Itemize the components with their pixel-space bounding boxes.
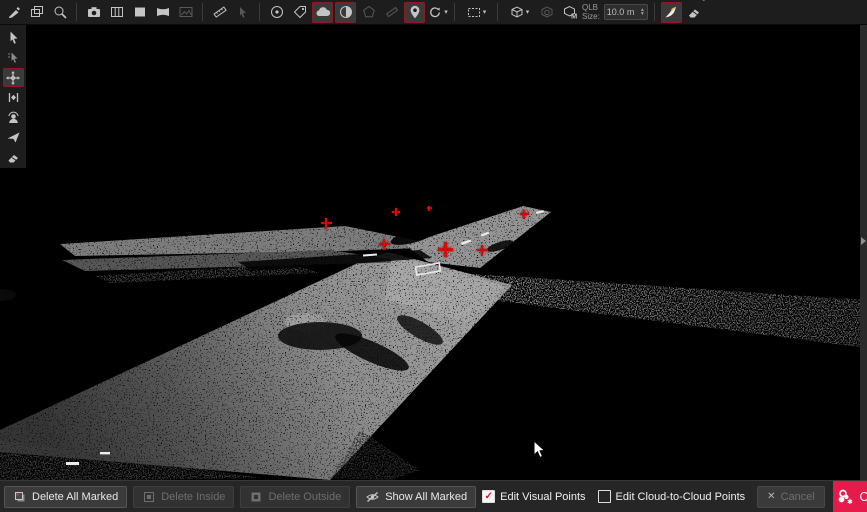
close-icon: ✕ [767, 491, 775, 502]
bottom-action-bar: Delete All Marked Delete Inside Delete O… [0, 480, 867, 512]
select-cursor-icon[interactable] [3, 28, 24, 47]
solid-square-icon[interactable] [129, 2, 150, 23]
left-tool-sidebar [0, 25, 26, 168]
checkbox-icon[interactable]: ✓ [598, 490, 611, 503]
point-cloud-icon[interactable] [312, 2, 333, 23]
toolbar-separator [202, 3, 203, 21]
edit-visual-points-checkbox[interactable]: ✓ Edit Visual Points [482, 490, 585, 503]
overlap-windows-icon[interactable] [26, 2, 47, 23]
svg-text:✱: ✱ [847, 498, 853, 505]
toolbar-separator [259, 3, 260, 21]
pan-move-icon[interactable] [3, 68, 24, 87]
right-panel-strip [860, 25, 867, 480]
show-marked-eye-icon [365, 490, 380, 504]
qlb-size-value: 10.0 m [607, 7, 640, 17]
clip-box-m-icon[interactable]: M [559, 2, 580, 23]
delete-outside-icon [249, 490, 263, 504]
svg-text:M: M [571, 12, 577, 21]
toolbar-separator [76, 3, 77, 21]
cancel-button[interactable]: ✕ Cancel [757, 486, 825, 508]
gcp-pin-icon[interactable] [404, 2, 425, 23]
delete-outside-button[interactable]: Delete Outside [240, 486, 350, 508]
checkbox-label: Edit Cloud-to-Cloud Points [616, 491, 746, 503]
delete-all-marked-button[interactable]: Delete All Marked [4, 486, 127, 508]
checkbox-label: Edit Visual Points [500, 491, 585, 503]
selection-rect-icon[interactable]: ▾ [461, 2, 491, 23]
clip-box-axes-icon[interactable]: ▾ [504, 2, 534, 23]
bundle-optimize-icon: ✱ [836, 488, 853, 505]
dropdown-caret-icon: ▾ [526, 9, 530, 16]
button-label: Optimize Bundle [859, 490, 867, 504]
center-view-icon[interactable] [3, 88, 24, 107]
multi-select-cursor-icon[interactable] [3, 48, 24, 67]
ruler-icon[interactable] [381, 2, 402, 23]
dropdown-caret-icon: ▾ [444, 9, 448, 16]
checkbox-icon[interactable]: ✓ [482, 490, 495, 503]
eraser-icon[interactable]: ˇ [684, 2, 705, 23]
toolbar-separator [454, 3, 455, 21]
delete-inside-icon [142, 490, 156, 504]
top-toolbar: ▾ ▾ ▾ M QLB Size: 10.0 m ▲▼ [0, 0, 867, 25]
dropdown-caret-icon: ˇ [703, 1, 705, 7]
project-edit-icon[interactable] [3, 2, 24, 23]
button-label: Delete Inside [161, 491, 225, 503]
show-all-marked-button[interactable]: Show All Marked [356, 486, 476, 508]
button-label: Delete Outside [268, 491, 341, 503]
delete-marked-icon [13, 490, 27, 504]
dropdown-caret-icon: ▾ [483, 9, 487, 16]
brush-trowel-icon[interactable] [661, 2, 682, 23]
measure-ruler-icon[interactable] [209, 2, 230, 23]
qlb-size-group: QLB Size: 10.0 m ▲▼ [582, 3, 648, 21]
sphere-contrast-icon[interactable] [335, 2, 356, 23]
bottom-right-group: ✓ Edit Visual Points ✓ Edit Cloud-to-Clo… [482, 481, 867, 512]
image-icon[interactable] [175, 2, 196, 23]
point-cloud-viewport[interactable] [0, 0, 867, 512]
button-label: Show All Marked [385, 491, 467, 503]
edit-cloud-to-cloud-points-checkbox[interactable]: ✓ Edit Cloud-to-Cloud Points [598, 490, 746, 503]
panel-expand-arrow-icon[interactable] [860, 233, 867, 249]
spinner-arrows-icon[interactable]: ▲▼ [640, 8, 645, 16]
delete-inside-button[interactable]: Delete Inside [133, 486, 234, 508]
panorama-icon[interactable] [152, 2, 173, 23]
fly-navigation-icon[interactable] [3, 128, 24, 147]
clip-box-sphere-icon[interactable] [536, 2, 557, 23]
toolbar-separator [497, 3, 498, 21]
qlb-size-label: QLB Size: [582, 3, 600, 21]
measure-cursor-icon[interactable] [232, 2, 253, 23]
zoom-region-icon[interactable] [49, 2, 70, 23]
camera-icon[interactable] [83, 2, 104, 23]
person-orbit-icon[interactable] [3, 108, 24, 127]
eraser-tool-icon[interactable] [3, 148, 24, 167]
orbit-gcp-icon[interactable]: ▾ [427, 2, 448, 23]
qlb-size-input[interactable]: 10.0 m ▲▼ [604, 4, 648, 20]
button-label: Cancel [781, 491, 815, 503]
application-window: ▾ ▾ ▾ M QLB Size: 10.0 m ▲▼ [0, 0, 867, 512]
split-view-icon[interactable] [106, 2, 127, 23]
polygon-icon[interactable] [358, 2, 379, 23]
disk-target-icon[interactable] [266, 2, 287, 23]
tag-icon[interactable] [289, 2, 310, 23]
optimize-bundle-button[interactable]: ✱ Optimize Bundle [833, 481, 867, 512]
toolbar-separator [654, 3, 655, 21]
button-label: Delete All Marked [32, 491, 118, 503]
